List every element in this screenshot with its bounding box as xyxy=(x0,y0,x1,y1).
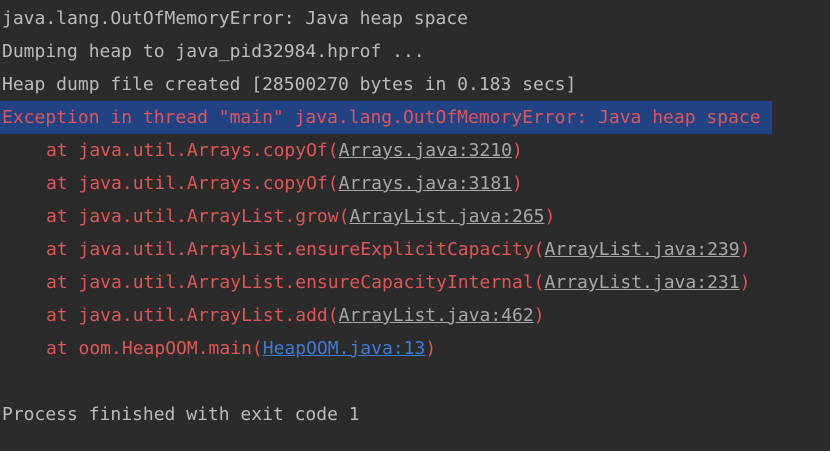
frame-method: at java.util.Arrays.copyOf xyxy=(46,173,328,194)
console-line: java.lang.OutOfMemoryError: Java heap sp… xyxy=(2,8,468,29)
stack-frame: at java.util.ArrayList.ensureCapacityInt… xyxy=(46,272,751,293)
source-link[interactable]: Arrays.java:3210 xyxy=(339,140,512,161)
stack-frame: at oom.HeapOOM.main(HeapOOM.java:13) xyxy=(46,338,437,359)
source-link[interactable]: Arrays.java:3181 xyxy=(339,173,512,194)
frame-method: at java.util.ArrayList.add xyxy=(46,305,328,326)
source-link[interactable]: ArrayList.java:462 xyxy=(339,305,534,326)
exception-line: Exception in thread "main" java.lang.Out… xyxy=(0,101,772,134)
stack-frame: at java.util.ArrayList.ensureExplicitCap… xyxy=(46,239,751,260)
console-output: java.lang.OutOfMemoryError: Java heap sp… xyxy=(0,0,830,451)
console-line: Heap dump file created [28500270 bytes i… xyxy=(2,74,577,95)
frame-method: at java.util.Arrays.copyOf xyxy=(46,140,328,161)
frame-method: at oom.HeapOOM.main xyxy=(46,338,252,359)
source-link[interactable]: ArrayList.java:265 xyxy=(349,206,544,227)
user-source-link[interactable]: HeapOOM.java:13 xyxy=(263,338,426,359)
stack-frame: at java.util.ArrayList.add(ArrayList.jav… xyxy=(46,305,545,326)
stack-frame: at java.util.Arrays.copyOf(Arrays.java:3… xyxy=(46,140,523,161)
exit-status-line: Process finished with exit code 1 xyxy=(2,404,360,425)
stack-frame: at java.util.ArrayList.grow(ArrayList.ja… xyxy=(46,206,556,227)
source-link[interactable]: ArrayList.java:231 xyxy=(545,272,740,293)
frame-method: at java.util.ArrayList.ensureExplicitCap… xyxy=(46,239,534,260)
console-line: Dumping heap to java_pid32984.hprof ... xyxy=(2,41,425,62)
stack-frame: at java.util.Arrays.copyOf(Arrays.java:3… xyxy=(46,173,523,194)
source-link[interactable]: ArrayList.java:239 xyxy=(545,239,740,260)
frame-method: at java.util.ArrayList.grow xyxy=(46,206,339,227)
frame-method: at java.util.ArrayList.ensureCapacityInt… xyxy=(46,272,534,293)
